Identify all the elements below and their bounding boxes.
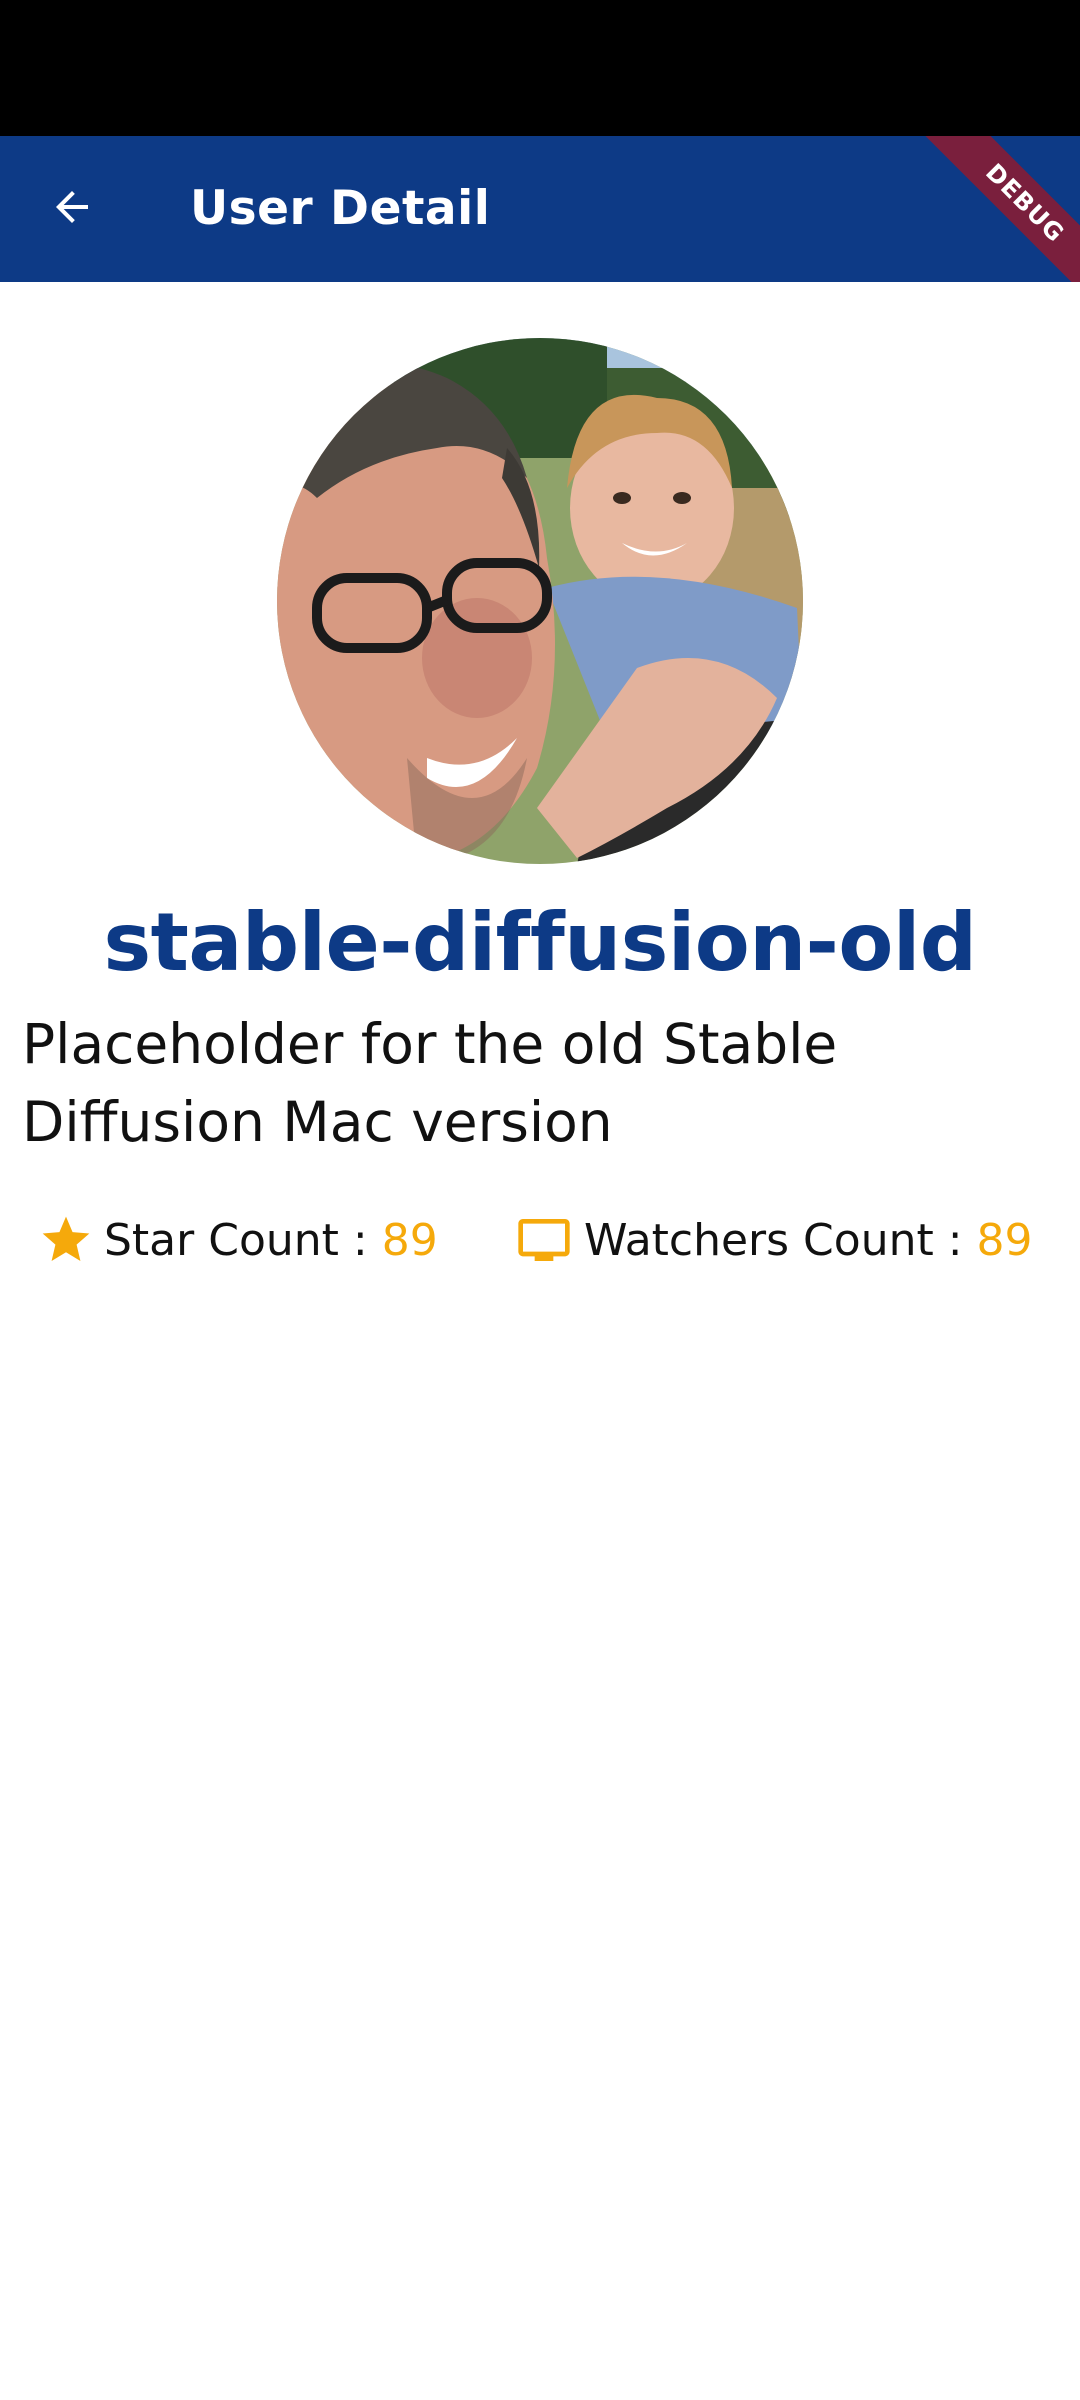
back-button[interactable] [34,171,110,247]
arrow-back-icon [48,183,96,236]
app-bar: User Detail DEBUG [0,136,1080,282]
star-count: Star Count : 89 [38,1204,438,1276]
page-title: User Detail [190,181,491,236]
avatar [277,338,803,864]
repo-name: stable-diffusion-old [103,896,977,989]
star-count-value: 89 [381,1214,438,1266]
watchers-count: Watchers Count : 89 [514,1204,1033,1276]
status-bar [0,0,1080,136]
repo-description: Placeholder for the old Stable Diffusion… [22,1012,838,1154]
watchers-count-value: 89 [976,1214,1033,1266]
star-count-label: Star Count : [104,1214,368,1266]
stats-row: Star Count : 89 Watchers Count : 89 [38,1204,1048,1276]
debug-banner: DEBUG [920,136,1080,282]
watchers-count-label: Watchers Count : [584,1214,963,1266]
star-icon [38,1212,94,1268]
monitor-icon [514,1212,574,1268]
